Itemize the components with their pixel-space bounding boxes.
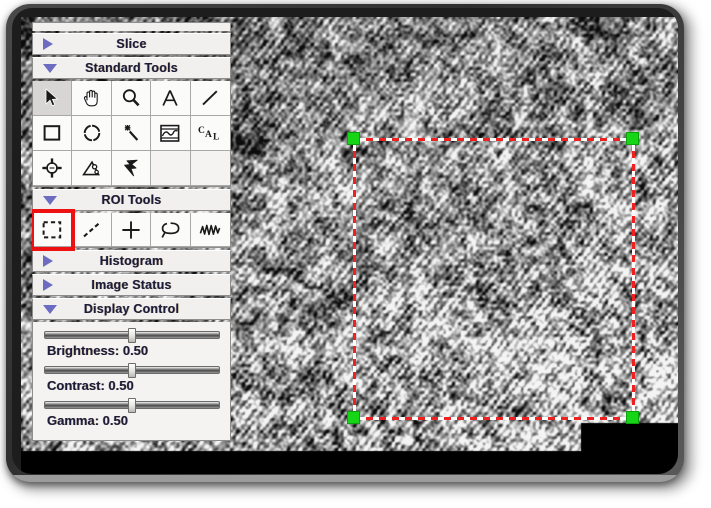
tool-button-profile[interactable] — [151, 116, 191, 151]
sidebar-section-standard-tools[interactable]: Standard Tools — [32, 57, 231, 79]
sidebar-section-slice[interactable]: Slice — [32, 33, 231, 55]
triangle-right-icon — [43, 38, 53, 50]
sidebar-section-label: Slice — [116, 37, 147, 51]
sidebar-top-strip — [32, 22, 231, 31]
tool-button-zoom[interactable] — [111, 81, 152, 116]
lasso-freehand-roi-icon — [161, 221, 180, 238]
contrast-slider[interactable] — [43, 363, 220, 378]
text-tool-icon — [162, 90, 178, 106]
tool-button-ellipse[interactable] — [72, 116, 112, 151]
crosshair-point-roi-icon — [122, 220, 140, 239]
contrast-slider-thumb[interactable] — [127, 363, 136, 378]
dashed-rectangle-roi-icon — [42, 220, 62, 238]
tool-button-lightning[interactable] — [111, 151, 152, 186]
pointer-arrow-icon — [45, 88, 59, 107]
contrast-label: Contrast: 0.50 — [47, 378, 134, 393]
line-profile-plot-icon — [160, 124, 180, 142]
cal-calibration-icon: C A L — [198, 126, 219, 143]
roi-tool-button-line[interactable] — [72, 213, 112, 247]
angle-measure-icon — [81, 160, 100, 176]
triangle-down-icon — [43, 195, 57, 205]
window-bottom-bar — [12, 475, 684, 482]
magic-wand-icon — [124, 124, 139, 141]
display-control-body: Brightness: 0.50 Contrast: 0.50 Gamma: 0… — [32, 322, 231, 441]
roi-tool-button-rectangle[interactable] — [32, 209, 75, 251]
roi-handle-top-right[interactable] — [626, 132, 639, 145]
tool-button-rectangle[interactable] — [33, 116, 73, 151]
roi-tool-button-lasso[interactable] — [151, 213, 191, 247]
svg-text:L: L — [213, 133, 219, 143]
sidebar-section-roi-tools[interactable]: ROI Tools — [32, 189, 231, 211]
window-frame-inner: Slice Standard Tools C A L ROI Tools His… — [12, 8, 678, 474]
brightness-slider[interactable] — [43, 328, 220, 343]
tool-button-pointer[interactable] — [33, 81, 73, 116]
sidebar-section-label: Standard Tools — [85, 61, 178, 75]
tool-cell-empty — [151, 151, 191, 186]
tool-button-crosshair[interactable] — [33, 151, 73, 186]
roi-handle-top-left[interactable] — [347, 132, 360, 145]
slider-row-contrast: Contrast: 0.50 — [33, 363, 230, 401]
crosshair-target-icon — [42, 158, 62, 178]
app-window: Slice Standard Tools C A L ROI Tools His… — [0, 0, 711, 508]
tool-button-angle[interactable] — [72, 151, 112, 186]
tool-button-text[interactable] — [151, 81, 191, 116]
rectangle-tool-icon — [43, 125, 61, 141]
sidebar-section-display-control[interactable]: Display Control — [32, 298, 231, 320]
triangle-down-icon — [43, 63, 57, 73]
lightning-bolt-icon — [124, 159, 138, 177]
roi-tool-button-point[interactable] — [111, 213, 152, 247]
gamma-slider-thumb[interactable] — [127, 398, 136, 413]
svg-text:A: A — [205, 130, 212, 140]
roi-tools-grid — [32, 209, 231, 251]
sidebar-section-label: Display Control — [83, 302, 180, 316]
tool-button-line[interactable] — [190, 81, 230, 116]
sidebar-section-label: ROI Tools — [101, 193, 162, 207]
triangle-right-icon — [43, 255, 53, 267]
tool-button-cal[interactable]: C A L — [190, 116, 230, 151]
sidebar-section-histogram[interactable]: Histogram — [32, 250, 231, 272]
gamma-label: Gamma: 0.50 — [47, 413, 128, 428]
svg-text:C: C — [198, 126, 205, 136]
tool-button-pan[interactable] — [72, 81, 112, 116]
brightness-label: Brightness: 0.50 — [47, 343, 149, 358]
roi-tool-button-squiggle[interactable] — [190, 213, 230, 247]
tool-cell-empty — [190, 151, 230, 186]
sidebar-section-label: Image Status — [91, 278, 172, 292]
hand-pan-icon — [83, 89, 98, 107]
slider-row-gamma: Gamma: 0.50 — [33, 398, 230, 436]
slider-row-brightness: Brightness: 0.50 — [33, 328, 230, 366]
brightness-slider-thumb[interactable] — [127, 328, 136, 343]
magnifier-zoom-icon — [122, 89, 140, 107]
sidebar-section-image-status[interactable]: Image Status — [32, 274, 231, 296]
standard-tools-grid: C A L — [32, 81, 231, 187]
wave-path-roi-icon — [199, 224, 221, 235]
triangle-down-icon — [43, 304, 57, 314]
window-content: Slice Standard Tools C A L ROI Tools His… — [21, 17, 678, 474]
sidebar-section-label: Histogram — [99, 254, 164, 268]
triangle-right-icon — [43, 279, 53, 291]
tool-sidebar: Slice Standard Tools C A L ROI Tools His… — [32, 22, 233, 474]
ellipse-tool-icon — [83, 124, 100, 142]
gamma-slider[interactable] — [43, 398, 220, 413]
roi-handle-bottom-left[interactable] — [347, 411, 360, 424]
roi-handle-bottom-right[interactable] — [626, 411, 639, 424]
dashed-line-roi-icon — [82, 221, 100, 237]
window-frame: Slice Standard Tools C A L ROI Tools His… — [6, 4, 684, 482]
tool-button-magic-wand[interactable] — [111, 116, 152, 151]
line-tool-icon — [202, 90, 218, 106]
